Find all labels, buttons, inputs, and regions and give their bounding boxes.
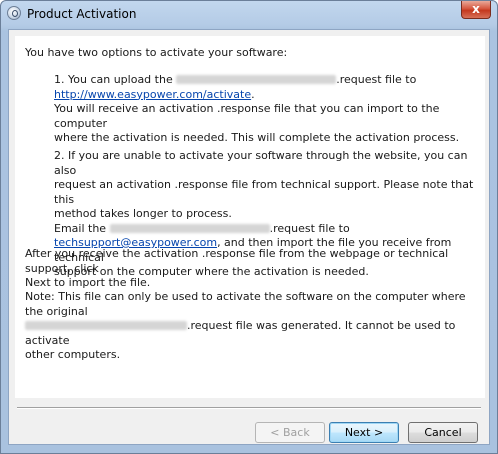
note-block: Note: This file can only be used to acti… bbox=[25, 290, 485, 363]
option1-prefix: 1. You can upload the bbox=[54, 73, 173, 86]
option2-line2: request an activation .response file fro… bbox=[54, 178, 474, 206]
footer-separator bbox=[17, 407, 481, 409]
option1-line3: You will receive an activation .response… bbox=[54, 102, 440, 130]
email-suffix: .request file to bbox=[269, 221, 350, 235]
content-panel: You have two options to activate your so… bbox=[15, 36, 485, 398]
note-line3: other computers. bbox=[25, 348, 121, 361]
email-prefix: Email the bbox=[54, 221, 107, 235]
note-line1: Note: This file can only be used to acti… bbox=[25, 290, 466, 318]
activate-link[interactable]: http://www.easypower.com/activate bbox=[54, 88, 251, 101]
redacted-filename bbox=[176, 75, 337, 84]
app-icon bbox=[7, 6, 21, 20]
link-trail: . bbox=[251, 87, 255, 101]
activation-window: Product Activation x You have two option… bbox=[0, 0, 498, 454]
next-button[interactable]: Next > bbox=[329, 422, 399, 443]
dialog-body: You have two options to activate your so… bbox=[8, 29, 490, 445]
after-line1: After you receive the activation .respon… bbox=[25, 247, 449, 275]
window-title: Product Activation bbox=[27, 7, 137, 21]
back-button[interactable]: < Back bbox=[255, 422, 325, 443]
option1-suffix: .request file to bbox=[336, 73, 417, 86]
option1-line4: where the activation is needed. This wil… bbox=[54, 131, 460, 144]
option2-line3: method takes longer to process. bbox=[54, 207, 232, 220]
redacted-filename bbox=[25, 321, 187, 330]
after-block: After you receive the activation .respon… bbox=[25, 247, 485, 291]
close-icon[interactable]: x bbox=[461, 1, 491, 19]
redacted-filename bbox=[109, 223, 270, 233]
title-bar[interactable]: Product Activation x bbox=[1, 1, 497, 27]
cancel-button[interactable]: Cancel bbox=[408, 422, 478, 443]
intro-text: You have two options to activate your so… bbox=[25, 46, 288, 59]
after-line2: Next to import the file. bbox=[25, 276, 151, 289]
option1-block: 1. You can upload the .request file to h… bbox=[54, 73, 485, 146]
option2-line1: 2. If you are unable to activate your so… bbox=[54, 149, 468, 177]
